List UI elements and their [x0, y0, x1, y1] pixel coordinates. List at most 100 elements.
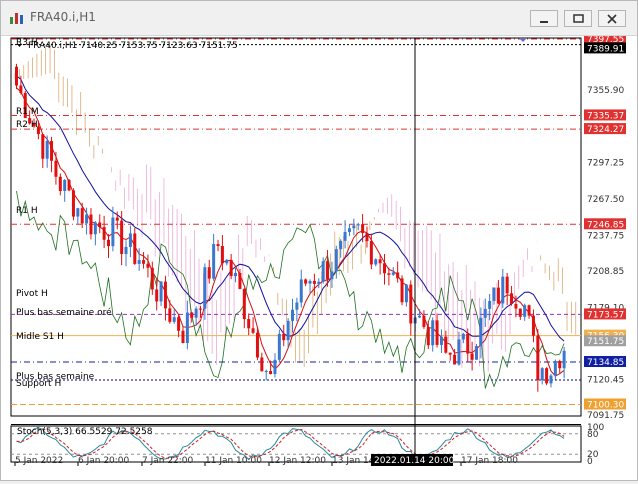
- candle-body: [505, 276, 509, 294]
- candle-body: [545, 368, 549, 384]
- candle-body: [80, 208, 84, 224]
- price-chart[interactable]: R3 HR1 MR2 HR1 HPivot HPlus bas semaine …: [1, 33, 637, 480]
- candle-body: [190, 312, 194, 318]
- time-label: 7 Jan 22:00: [142, 456, 194, 466]
- candle-body: [334, 249, 338, 272]
- candle-body: [111, 217, 115, 247]
- title-bar[interactable]: FRA40.i,H1: [1, 1, 637, 36]
- separator: [11, 424, 581, 425]
- stoch-level-label: 0: [587, 457, 593, 467]
- candle-body: [470, 353, 474, 360]
- chart-info: FRA40.i,H1 7140.25 7153.75 7123.63 7151.…: [28, 41, 238, 51]
- candle-body: [194, 308, 198, 318]
- candle-body: [496, 287, 500, 304]
- candle-body: [242, 288, 246, 320]
- candle-body: [255, 332, 259, 358]
- price-label: 7237.75: [587, 231, 624, 241]
- candle-body: [76, 208, 80, 217]
- candle-body: [128, 233, 132, 247]
- price-tag-text: 7246.85: [587, 220, 624, 230]
- price-label: 7091.75: [587, 411, 624, 421]
- candle-body: [527, 305, 531, 316]
- candle-body: [361, 224, 365, 234]
- candle-body: [260, 357, 264, 372]
- candle-body: [225, 259, 229, 264]
- crosshair-time: 2022.01.14 20:00: [374, 456, 455, 466]
- candle-body: [352, 225, 356, 229]
- maximize-button[interactable]: [564, 10, 592, 27]
- level-label: Midle S1 H: [16, 332, 64, 342]
- candle-body: [308, 280, 312, 284]
- candle-body: [457, 339, 461, 365]
- candle-body: [479, 317, 483, 347]
- price-label: 7267.50: [587, 195, 624, 205]
- chart-area[interactable]: R3 H R1 M R2 H R1 H Pivot H Plus bas semaine …: [1, 33, 637, 480]
- level-label: R1 M: [16, 107, 39, 117]
- candle-body: [562, 350, 566, 369]
- candle-body: [54, 160, 58, 177]
- candle-body: [514, 303, 518, 309]
- candle-body: [422, 315, 426, 327]
- level-label: R2 H: [16, 120, 38, 130]
- candle-body: [492, 287, 496, 301]
- level-label: Pivot H: [16, 289, 48, 299]
- chart-icon: [10, 13, 23, 24]
- candle-body: [168, 308, 172, 322]
- candle-body: [63, 179, 67, 191]
- candle-body: [553, 360, 557, 376]
- candle-body: [199, 308, 202, 310]
- minimize-button[interactable]: [530, 10, 558, 27]
- candle-body: [396, 272, 400, 279]
- candle-body: [475, 346, 478, 360]
- candle-body: [330, 271, 334, 280]
- candle-body: [234, 272, 238, 277]
- candle-body: [19, 85, 23, 93]
- candle-body: [304, 279, 308, 284]
- candle-body: [85, 214, 89, 224]
- candle-body: [71, 190, 75, 217]
- candle-body: [558, 360, 562, 369]
- candle-body: [185, 312, 189, 344]
- candle-body: [295, 302, 299, 310]
- price-axis: 7355.907297.257267.507237.757208.857179.…: [584, 33, 626, 467]
- candle-body: [286, 320, 290, 341]
- price-label: 7355.90: [587, 86, 624, 96]
- candle-body: [418, 315, 422, 318]
- candle-body: [426, 326, 430, 346]
- candle-body: [523, 305, 527, 317]
- candle-body: [115, 217, 119, 221]
- candle-body: [159, 281, 163, 302]
- candle-body: [207, 267, 211, 279]
- candle-body: [137, 260, 141, 264]
- candle-body: [282, 333, 286, 341]
- price-label: 7297.25: [587, 158, 624, 168]
- price-tag-text: 7100.30: [587, 400, 624, 410]
- candle-body: [107, 239, 110, 247]
- candle-body: [510, 293, 514, 304]
- candle-body: [466, 333, 470, 354]
- candle-body: [98, 222, 102, 228]
- price-label: 7208.85: [587, 267, 624, 277]
- candle-body: [264, 370, 268, 372]
- candle-body: [142, 260, 146, 264]
- candle-body: [220, 246, 224, 264]
- candle-body: [50, 140, 54, 161]
- candle-body: [181, 330, 185, 344]
- candle-body: [347, 228, 351, 232]
- time-label: 11 Jan 10:00: [205, 456, 262, 466]
- candle-body: [93, 222, 97, 235]
- minimize-icon: [540, 21, 548, 23]
- candle-body: [277, 333, 281, 360]
- candle-body: [501, 276, 505, 304]
- close-button[interactable]: [598, 10, 626, 27]
- candle-body: [321, 261, 325, 282]
- price-tag-text: 7389.91: [587, 44, 624, 54]
- candle-body: [448, 352, 452, 355]
- candle-body: [317, 281, 321, 284]
- candle-body: [369, 241, 373, 265]
- candle-body: [365, 233, 369, 242]
- stoch-info: Stoch(5,3,3) 66.5529 72.5258: [17, 427, 153, 437]
- candle-body: [531, 315, 535, 336]
- candle-body: [89, 214, 93, 235]
- candle-body: [120, 220, 124, 254]
